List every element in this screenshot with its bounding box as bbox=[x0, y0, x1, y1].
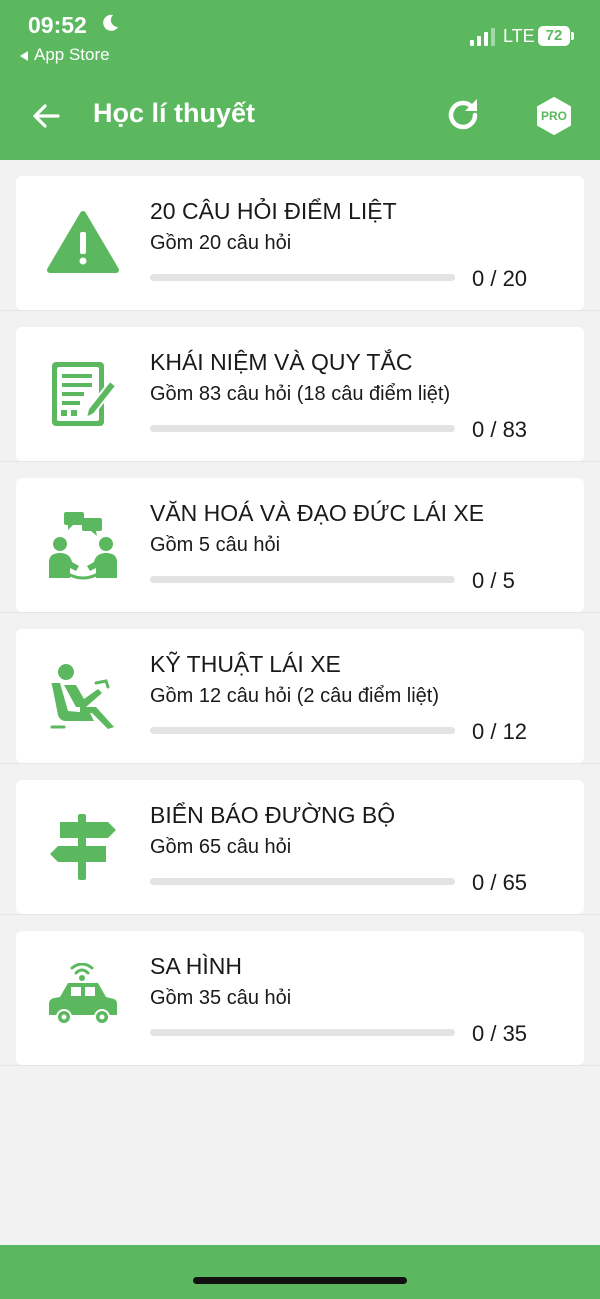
progress-bar bbox=[150, 274, 455, 281]
category-card[interactable]: SA HÌNH Gồm 35 câu hỏi 0 / 35 bbox=[16, 931, 584, 1065]
progress-count: 0 / 20 bbox=[472, 266, 528, 291]
category-card[interactable]: VĂN HOÁ VÀ ĐẠO ĐỨC LÁI XE Gồm 5 câu hỏi … bbox=[16, 478, 584, 612]
category-title: SA HÌNH bbox=[150, 953, 243, 979]
category-subtitle: Gồm 5 câu hỏi bbox=[150, 534, 281, 556]
progress-bar bbox=[150, 727, 455, 734]
signpost-icon bbox=[50, 814, 116, 880]
home-indicator[interactable] bbox=[193, 1277, 407, 1284]
battery-icon: 72 bbox=[538, 26, 574, 46]
progress-bar bbox=[150, 425, 455, 432]
pro-button[interactable]: PRO bbox=[535, 97, 573, 135]
warning-icon bbox=[47, 211, 119, 273]
list-section: KHÁI NIỆM VÀ QUY TẮC Gồm 83 câu hỏi (18 … bbox=[0, 311, 600, 462]
category-list: 20 CÂU HỎI ĐIỂM LIỆT Gồm 20 câu hỏi 0 / … bbox=[0, 160, 600, 1066]
category-title: BIỂN BÁO ĐƯỜNG BỘ bbox=[150, 802, 396, 828]
progress-bar bbox=[150, 878, 455, 885]
car-icon bbox=[49, 963, 117, 1025]
back-triangle-icon bbox=[20, 50, 28, 61]
category-title: VĂN HOÁ VÀ ĐẠO ĐỨC LÁI XE bbox=[150, 500, 485, 526]
network-type: LTE bbox=[503, 26, 535, 46]
category-subtitle: Gồm 20 câu hỏi bbox=[150, 232, 292, 254]
progress-bar bbox=[150, 1029, 455, 1036]
people-chat-icon bbox=[49, 512, 117, 580]
category-subtitle: Gồm 83 câu hỏi (18 câu điểm liệt) bbox=[150, 383, 451, 405]
bottom-bar bbox=[0, 1245, 600, 1299]
driver-seat-icon bbox=[50, 664, 114, 729]
list-section: BIỂN BÁO ĐƯỜNG BỘ Gồm 65 câu hỏi 0 / 65 bbox=[0, 764, 600, 915]
category-card[interactable]: 20 CÂU HỎI ĐIỂM LIỆT Gồm 20 câu hỏi 0 / … bbox=[16, 176, 584, 310]
category-card[interactable]: KỸ THUẬT LÁI XE Gồm 12 câu hỏi (2 câu đi… bbox=[16, 629, 584, 763]
progress-count: 0 / 35 bbox=[472, 1021, 528, 1046]
battery-level: 72 bbox=[545, 27, 563, 44]
signal-icon bbox=[470, 28, 495, 46]
status-time: 09:52 bbox=[28, 12, 87, 38]
progress-count: 0 / 12 bbox=[472, 719, 528, 744]
document-pen-icon bbox=[52, 362, 117, 426]
category-subtitle: Gồm 65 câu hỏi bbox=[150, 836, 292, 858]
moon-icon bbox=[103, 14, 118, 31]
pro-label: PRO bbox=[540, 109, 567, 123]
category-title: KHÁI NIỆM VÀ QUY TẮC bbox=[150, 349, 413, 375]
category-card[interactable]: KHÁI NIỆM VÀ QUY TẮC Gồm 83 câu hỏi (18 … bbox=[16, 327, 584, 461]
refresh-icon[interactable] bbox=[444, 96, 482, 134]
back-to-app-store[interactable]: App Store bbox=[20, 45, 110, 65]
list-section: SA HÌNH Gồm 35 câu hỏi 0 / 35 bbox=[0, 915, 600, 1066]
progress-bar bbox=[150, 576, 455, 583]
category-title: 20 CÂU HỎI ĐIỂM LIỆT bbox=[150, 198, 397, 224]
category-subtitle: Gồm 35 câu hỏi bbox=[150, 987, 292, 1009]
list-section: KỸ THUẬT LÁI XE Gồm 12 câu hỏi (2 câu đi… bbox=[0, 613, 600, 764]
category-subtitle: Gồm 12 câu hỏi (2 câu điểm liệt) bbox=[150, 685, 440, 707]
back-app-label: App Store bbox=[34, 45, 110, 64]
progress-count: 0 / 65 bbox=[472, 870, 528, 895]
list-section: VĂN HOÁ VÀ ĐẠO ĐỨC LÁI XE Gồm 5 câu hỏi … bbox=[0, 462, 600, 613]
app-header: 09:52 App Store LTE 72 Học lí thuyết PRO bbox=[0, 0, 600, 160]
list-section: 20 CÂU HỎI ĐIỂM LIỆT Gồm 20 câu hỏi 0 / … bbox=[0, 160, 600, 311]
back-arrow-icon[interactable] bbox=[30, 100, 62, 132]
category-title: KỸ THUẬT LÁI XE bbox=[150, 651, 341, 677]
progress-count: 0 / 83 bbox=[472, 417, 528, 442]
progress-count: 0 / 5 bbox=[472, 568, 515, 593]
category-card[interactable]: BIỂN BÁO ĐƯỜNG BỘ Gồm 65 câu hỏi 0 / 65 bbox=[16, 780, 584, 914]
page-title: Học lí thuyết bbox=[93, 98, 256, 128]
